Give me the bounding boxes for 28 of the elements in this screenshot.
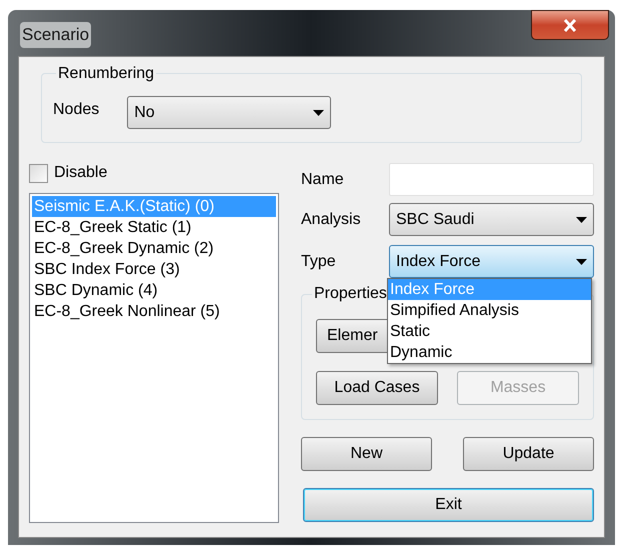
analysis-dropdown[interactable]: SBC Saudi: [389, 203, 594, 236]
analysis-label: Analysis: [301, 210, 361, 230]
type-dropdown[interactable]: Index Force: [389, 245, 594, 278]
close-button[interactable]: [531, 10, 609, 40]
window-title: Scenario: [20, 22, 92, 48]
group-title: Properties: [312, 284, 389, 304]
disable-label: Disable: [54, 163, 108, 183]
list-item[interactable]: EC-8_Greek Dynamic (2): [32, 238, 276, 259]
caret-icon: [576, 216, 587, 222]
close-icon: [563, 18, 577, 32]
nodes-label: Nodes: [53, 100, 100, 120]
button[interactable]: Exit: [303, 488, 594, 522]
dropdown-option[interactable]: Simpified Analysis: [388, 300, 591, 321]
type-label: Type: [301, 252, 336, 272]
nodes-dropdown[interactable]: No: [127, 96, 332, 129]
list-item[interactable]: SBC Index Force (3): [32, 259, 276, 280]
button[interactable]: Load Cases: [316, 371, 438, 405]
list-item[interactable]: EC-8_Greek Static (1): [32, 217, 276, 238]
caret-icon: [576, 258, 587, 264]
list-item[interactable]: EC-8_Greek Nonlinear (5): [32, 301, 276, 322]
disable-checkbox[interactable]: [29, 164, 48, 182]
button[interactable]: Update: [463, 437, 594, 471]
group-title: Renumbering: [56, 64, 156, 84]
button[interactable]: New: [301, 437, 432, 471]
list-item[interactable]: SBC Dynamic (4): [32, 280, 276, 301]
name-label: Name: [301, 170, 344, 190]
caret-icon: [313, 110, 324, 116]
name-field[interactable]: [389, 163, 594, 196]
